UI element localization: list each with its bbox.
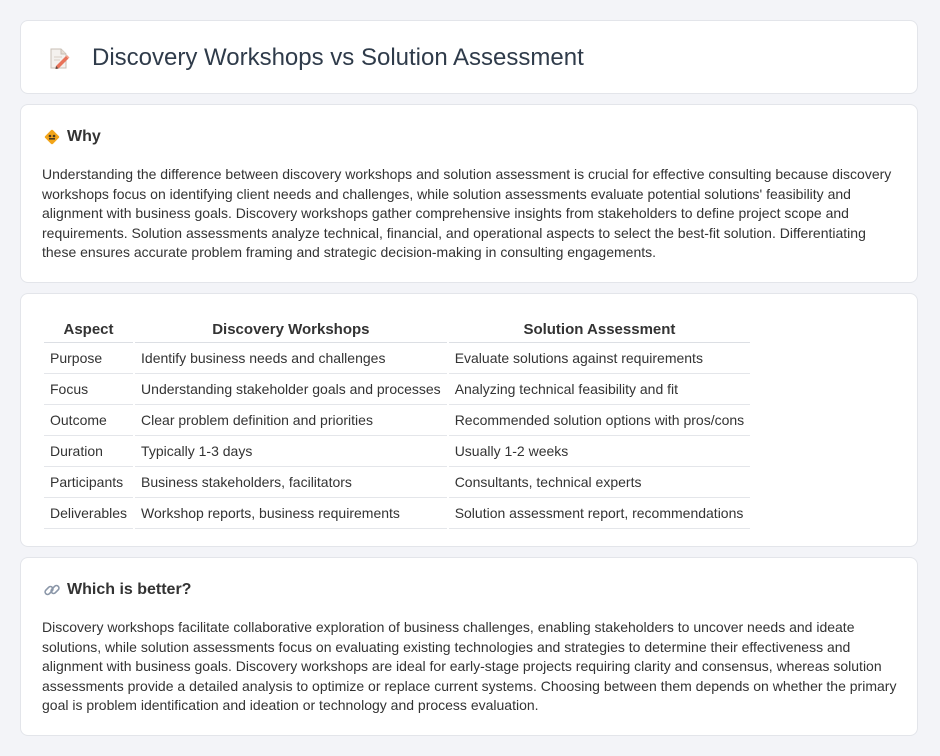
- link-icon: [44, 584, 60, 596]
- table-row: Deliverables Workshop reports, business …: [44, 498, 751, 529]
- table-row: Participants Business stakeholders, faci…: [44, 467, 751, 498]
- table-cell: Analyzing technical feasibility and fit: [448, 374, 751, 405]
- column-header-discovery: Discovery Workshops: [135, 314, 447, 343]
- table-cell: Understanding stakeholder goals and proc…: [135, 374, 447, 405]
- which-better-body: Discovery workshops facilitate collabora…: [42, 619, 897, 714]
- table-cell: Typically 1-3 days: [135, 436, 447, 467]
- table-cell: Purpose: [44, 343, 134, 374]
- table-cell: Deliverables: [44, 498, 134, 529]
- why-body: Understanding the difference between dis…: [42, 166, 892, 261]
- table-cell: Duration: [44, 436, 134, 467]
- table-row: Duration Typically 1-3 days Usually 1-2 …: [44, 436, 751, 467]
- why-title: Why: [67, 128, 101, 145]
- column-header-aspect: Aspect: [44, 314, 134, 343]
- table-row: Focus Understanding stakeholder goals an…: [44, 374, 751, 405]
- which-better-section: Which is better? Discovery workshops fac…: [20, 557, 918, 736]
- diamond-sign-icon: [44, 129, 60, 145]
- comparison-section: Aspect Discovery Workshops Solution Asse…: [20, 293, 918, 547]
- table-cell: Identify business needs and challenges: [135, 343, 447, 374]
- table-cell: Participants: [44, 467, 134, 498]
- table-cell: Clear problem definition and priorities: [135, 405, 447, 436]
- table-header-row: Aspect Discovery Workshops Solution Asse…: [44, 314, 751, 343]
- comparison-table: Aspect Discovery Workshops Solution Asse…: [42, 314, 752, 529]
- column-header-solution: Solution Assessment: [448, 314, 751, 343]
- why-section: Why Understanding the difference between…: [20, 104, 918, 283]
- table-row: Outcome Clear problem definition and pri…: [44, 405, 751, 436]
- which-better-title: Which is better?: [67, 581, 192, 598]
- table-row: Purpose Identify business needs and chal…: [44, 343, 751, 374]
- table-cell: Workshop reports, business requirements: [135, 498, 447, 529]
- document-pencil-icon: [50, 48, 70, 69]
- table-cell: Outcome: [44, 405, 134, 436]
- table-cell: Consultants, technical experts: [448, 467, 751, 498]
- header-card: Discovery Workshops vs Solution Assessme…: [20, 20, 918, 94]
- table-cell: Usually 1-2 weeks: [448, 436, 751, 467]
- table-cell: Business stakeholders, facilitators: [135, 467, 447, 498]
- table-cell: Focus: [44, 374, 134, 405]
- page-title: Discovery Workshops vs Solution Assessme…: [92, 44, 584, 71]
- table-cell: Solution assessment report, recommendati…: [448, 498, 751, 529]
- which-better-heading: Which is better?: [43, 579, 191, 601]
- table-cell: Recommended solution options with pros/c…: [448, 405, 751, 436]
- why-heading: Why: [43, 126, 101, 148]
- table-cell: Evaluate solutions against requirements: [448, 343, 751, 374]
